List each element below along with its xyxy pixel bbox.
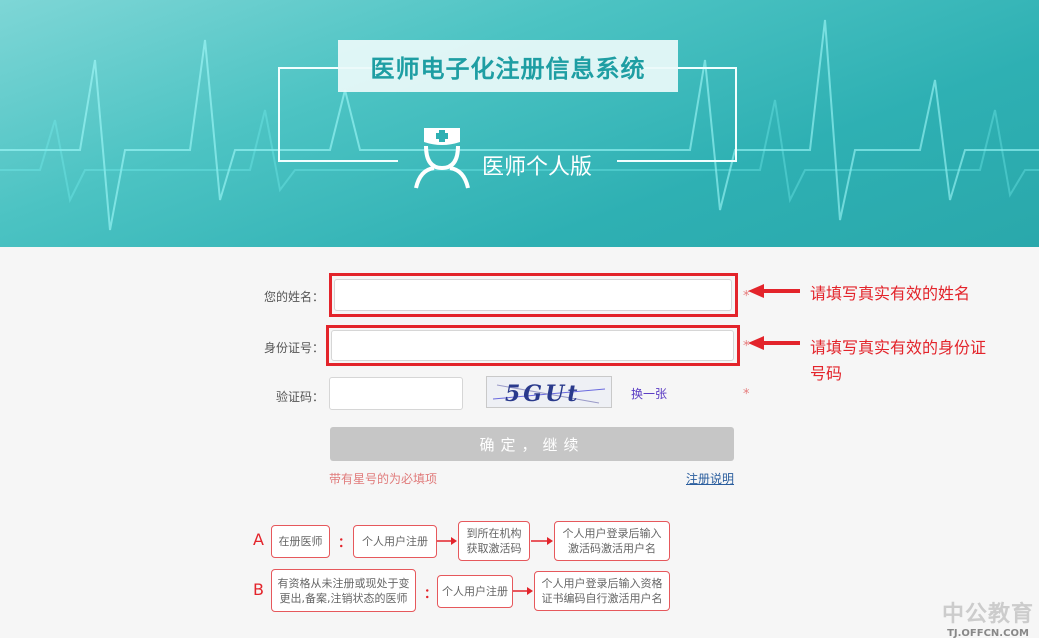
id-annotation-line1: 请填写真实有效的身份证 [810,338,987,357]
flow-b-letter: B [253,580,264,599]
captcha-input[interactable] [329,377,463,410]
flow-b-type-box: 有资格从未注册或现处于变 更出,备案,注销状态的医师 [271,569,416,612]
edition-subtitle: 医师个人版 [482,155,593,180]
flow-a-colon: ： [338,536,352,551]
id-annotation-line2: 号码 [810,364,843,383]
doctor-icon [414,128,470,189]
flow-b-step-2: 个人用户登录后输入资格 证书编码自行激活用户名 [534,571,670,611]
watermark: 中公教育 TJ.OFFCN.COM [940,596,1036,638]
flow-a-step-1: 个人用户注册 [353,525,437,558]
flow-arrow-icon [513,587,533,595]
flow-arrow-icon [531,537,553,545]
id-arrow-icon [748,336,800,350]
swap-captcha-link[interactable]: 换一张 [631,385,667,402]
id-label: 身份证号： [263,341,324,355]
flow-a-step-2: 到所在机构 获取激活码 [458,521,530,561]
flow-b-colon: ： [424,587,438,602]
watermark-logo: 中公教育 [941,602,1034,627]
confirm-continue-button[interactable]: 确定，继续 [330,427,734,461]
name-arrow-icon [748,284,800,298]
watermark-site: TJ.OFFCN.COM [947,628,1029,638]
id-number-input[interactable] [331,330,734,361]
captcha-required-asterisk: * [743,387,750,402]
id-annotation: 请填写真实有效的身份证 号码 [810,335,986,387]
required-hint: 带有星号的为必填项 [329,472,438,486]
header-banner: 医师电子化注册信息系统 医师个人版 [0,0,1039,247]
flow-arrow-icon [437,537,457,545]
system-title: 医师电子化注册信息系统 [338,40,678,92]
heartbeat-wave-decoration [0,19,1039,231]
name-input[interactable] [334,279,732,311]
name-annotation: 请填写真实有效的姓名 [810,284,971,303]
flow-a-letter: A [253,530,264,549]
flow-a-step-3: 个人用户登录后输入 激活码激活用户名 [554,521,670,561]
register-help-link[interactable]: 注册说明 [686,470,734,487]
captcha-image[interactable]: 5GUt [486,376,612,408]
captcha-label: 验证码： [275,390,324,404]
name-label: 您的姓名： [263,290,324,304]
flow-b-step-1: 个人用户注册 [437,575,513,608]
flow-a-type-box: 在册医师 [271,525,330,558]
captcha-text: 5GUt [505,381,580,407]
